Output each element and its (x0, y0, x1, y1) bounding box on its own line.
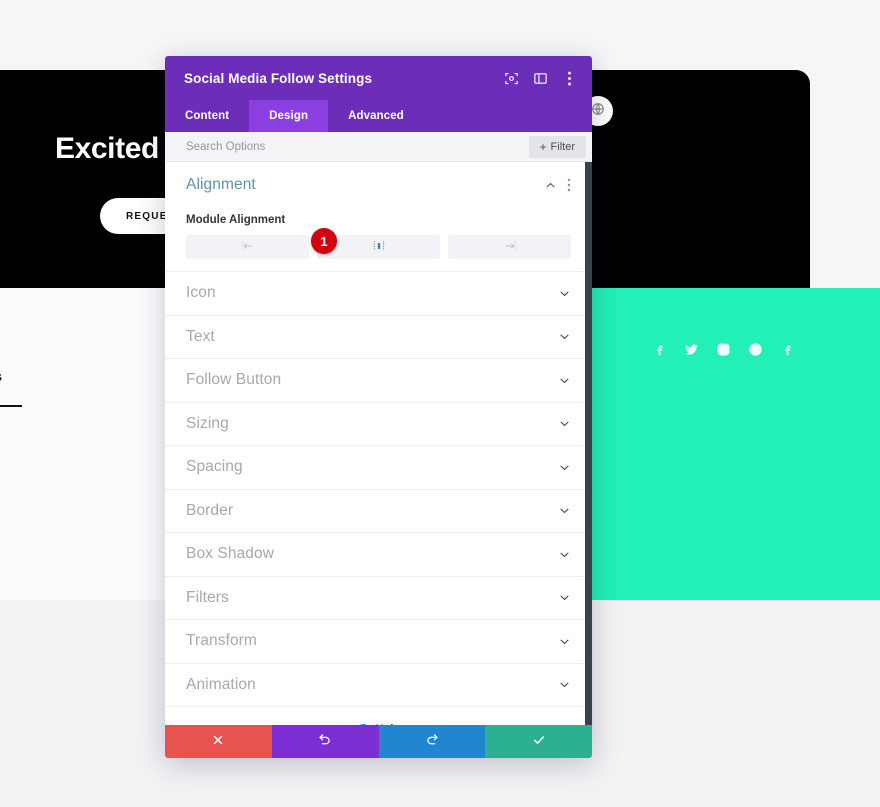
chevron-down-icon (558, 330, 571, 343)
instagram-icon[interactable] (716, 342, 731, 357)
undo-arrow-icon (318, 733, 332, 750)
section-label: Filters (186, 588, 229, 606)
section-label: Transform (186, 632, 257, 650)
undo-button[interactable] (271, 725, 379, 758)
section-toggle-border[interactable]: Border (165, 488, 592, 533)
section-label: Text (186, 327, 215, 345)
scrollbar-thumb[interactable] (585, 162, 592, 725)
modal-header-actions (504, 71, 577, 86)
chevron-down-icon (558, 461, 571, 474)
align-right-button[interactable] (448, 235, 571, 259)
chevron-down-icon (558, 548, 571, 561)
section-toggle-sizing[interactable]: Sizing (165, 401, 592, 446)
chevron-down-icon (558, 504, 571, 517)
discard-button[interactable] (165, 725, 272, 758)
section-label: Animation (186, 675, 256, 693)
vertical-dots-icon[interactable] (567, 178, 571, 192)
tab-design[interactable]: Design (249, 100, 329, 132)
footer-heading: omers (0, 368, 2, 384)
footer-divider (0, 405, 22, 407)
question-mark-icon: ? (356, 723, 370, 725)
chevron-down-icon (558, 678, 571, 691)
close-x-icon (211, 733, 225, 750)
plus-icon: + (539, 139, 547, 154)
social-follow-section (592, 288, 880, 600)
modal-tabs: Content Design Advanced (165, 100, 592, 132)
align-left-button[interactable] (186, 235, 309, 259)
chevron-down-icon (558, 374, 571, 387)
help-label: Help (376, 724, 401, 725)
section-label: Sizing (186, 414, 229, 432)
search-bar: + Filter (165, 132, 592, 162)
section-toggle-animation[interactable]: Animation (165, 662, 592, 707)
align-center-icon (372, 239, 386, 256)
section-label: Icon (186, 284, 216, 302)
section-toggle-text[interactable]: Text (165, 314, 592, 359)
redo-arrow-icon (425, 733, 439, 750)
section-toggle-filters[interactable]: Filters (165, 575, 592, 620)
screen-root: Excited to REQUES Social Media Follow Se… (0, 0, 880, 807)
tab-advanced[interactable]: Advanced (328, 100, 424, 132)
modal-header: Social Media Follow Settings (165, 56, 592, 100)
chevron-down-icon (558, 417, 571, 430)
help-button[interactable]: ? Help (165, 706, 592, 725)
alignment-controls (544, 178, 571, 192)
align-left-icon (241, 239, 255, 256)
tab-content[interactable]: Content (165, 100, 249, 132)
design-section-list: Icon Text Follow Button Sizing Spacing B… (165, 271, 592, 706)
section-label: Follow Button (186, 371, 282, 389)
globe-icon (591, 102, 605, 121)
step-badge: 1 (311, 228, 337, 254)
chevron-down-icon (558, 591, 571, 604)
module-alignment-control: 1 (186, 228, 571, 259)
modal-title: Social Media Follow Settings (184, 70, 373, 86)
alignment-section: Alignment Module Alignment 1 (165, 162, 592, 259)
section-label: Border (186, 501, 234, 519)
modal-scrollbar[interactable] (585, 162, 592, 725)
module-alignment-label: Module Alignment (186, 214, 286, 226)
footer-section (0, 288, 170, 600)
chevron-down-icon (558, 287, 571, 300)
save-button[interactable] (485, 725, 592, 758)
dribbble-icon[interactable] (748, 342, 763, 357)
filter-button[interactable]: + Filter (528, 135, 586, 158)
twitter-icon[interactable] (684, 342, 699, 357)
section-toggle-icon[interactable]: Icon (165, 271, 592, 315)
panel-layout-icon[interactable] (533, 71, 548, 86)
section-toggle-box-shadow[interactable]: Box Shadow (165, 532, 592, 576)
alignment-title: Alignment (186, 176, 256, 193)
search-input[interactable] (186, 140, 529, 153)
section-toggle-spacing[interactable]: Spacing (165, 445, 592, 489)
section-toggle-follow-button[interactable]: Follow Button (165, 358, 592, 402)
chevron-down-icon (558, 635, 571, 648)
facebook-icon[interactable] (780, 342, 795, 357)
section-label: Spacing (186, 458, 243, 476)
section-label: Box Shadow (186, 545, 275, 563)
section-toggle-transform[interactable]: Transform (165, 619, 592, 663)
modal-action-bar (165, 725, 592, 758)
checkmark-icon (532, 733, 546, 750)
module-settings-modal: Social Media Follow Settings Content Des… (165, 56, 592, 758)
redo-button[interactable] (378, 725, 486, 758)
social-icon-row (652, 342, 795, 357)
facebook-icon[interactable] (652, 342, 667, 357)
target-focus-icon[interactable] (504, 71, 519, 86)
vertical-dots-icon[interactable] (562, 71, 577, 86)
align-right-icon (503, 239, 517, 256)
modal-body: Alignment Module Alignment 1 Icon Text F… (165, 162, 592, 725)
filter-button-label: Filter (550, 140, 575, 153)
chevron-up-icon[interactable] (544, 179, 557, 192)
alignment-header[interactable]: Alignment (186, 176, 571, 200)
